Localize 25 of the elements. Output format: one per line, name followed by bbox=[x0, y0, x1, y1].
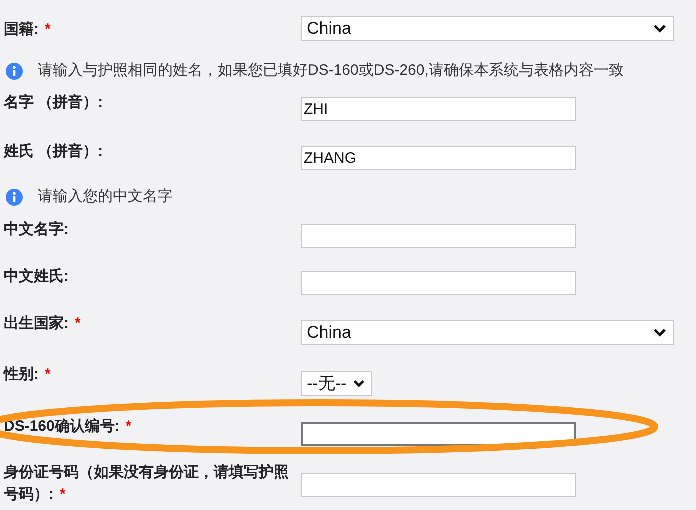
text-field[interactable] bbox=[301, 224, 576, 248]
info-icon bbox=[6, 62, 23, 80]
dropdown-select[interactable]: China bbox=[301, 320, 674, 345]
text-field[interactable] bbox=[301, 422, 576, 446]
field-label: 名字 （拼音）: bbox=[4, 93, 104, 113]
field-label: 中文名字: bbox=[4, 220, 70, 240]
chevron-down-icon bbox=[352, 379, 365, 388]
field-label: 姓氏 （拼音）: bbox=[4, 142, 104, 162]
text-field[interactable] bbox=[301, 271, 576, 295]
chevron-down-icon bbox=[653, 24, 667, 33]
dropdown-select[interactable]: --无-- bbox=[301, 371, 372, 396]
field-label: 性别: * bbox=[4, 365, 52, 385]
field-label: 身份证号码（如果没有身份证，请填写护照号码）: * bbox=[4, 463, 290, 505]
field-label: 国籍: * bbox=[4, 20, 52, 40]
text-field[interactable]: ZHANG bbox=[301, 146, 576, 170]
info-text: 请输入您的中文名字 bbox=[38, 188, 173, 206]
chevron-down-icon bbox=[653, 328, 667, 337]
field-label: 中文姓氏: bbox=[4, 267, 70, 287]
dropdown-select[interactable]: China bbox=[301, 16, 674, 41]
info-icon bbox=[6, 188, 23, 206]
text-field[interactable]: ZHI bbox=[301, 97, 576, 121]
field-label: 出生国家: * bbox=[4, 314, 82, 334]
text-field[interactable] bbox=[301, 473, 576, 497]
info-text: 请输入与护照相同的姓名，如果您已填好DS-160或DS-260,请确保本系统与表格内容一致 bbox=[38, 62, 624, 80]
field-label: DS-160确认编号: * bbox=[4, 417, 133, 437]
